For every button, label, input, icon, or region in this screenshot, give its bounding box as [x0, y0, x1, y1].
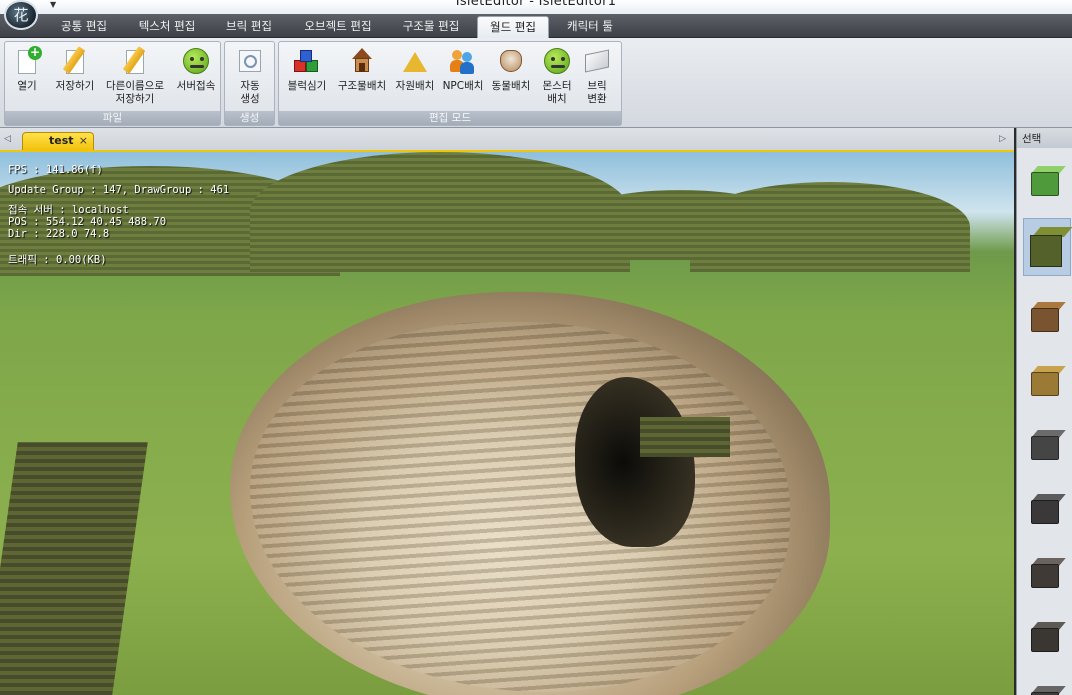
tab-character-tool[interactable]: 캐릭터 툴 [554, 16, 626, 38]
tab-structure-edit[interactable]: 구조물 편집 [390, 16, 472, 38]
terrain-hill [690, 182, 970, 272]
save-as-button[interactable]: 다른이름으로 저장하기 [105, 44, 165, 112]
server-text: 접속 서버 : localhost [8, 204, 129, 216]
block-palette-panel: 선택 [1016, 128, 1072, 695]
document-tab-label: test [49, 134, 74, 147]
close-tab-icon[interactable]: × [79, 134, 88, 147]
open-file-icon: + [12, 46, 42, 76]
ribbon-panel: + 열기 저장하기 다른이름으로 저장하기 서버접속 파일 자동 생성 생성 블… [0, 38, 1072, 128]
traffic-text: 트래픽 : 0.00(KB) [8, 254, 107, 266]
place-block-label: 블럭심기 [287, 80, 327, 92]
terrain-ledge [640, 417, 730, 457]
file-group: + 열기 저장하기 다른이름으로 저장하기 서버접속 파일 [4, 41, 221, 126]
palette-coal-block[interactable] [1031, 622, 1066, 652]
save-button[interactable]: 저장하기 [53, 44, 97, 112]
open-label: 열기 [17, 80, 37, 92]
tab-common-edit[interactable]: 공통 편집 [48, 16, 120, 38]
fps-text: FPS : 141.86(f) [8, 164, 103, 176]
animal-icon [496, 46, 526, 76]
auto-generate-button[interactable]: 자동 생성 [233, 44, 267, 112]
save-pencil-icon [60, 46, 90, 76]
title-bar: IsletEditor - IsletEditor1 [0, 0, 1072, 14]
palette-grass-block[interactable] [1031, 166, 1066, 196]
palette-rock-block[interactable] [1031, 686, 1066, 695]
place-block-button[interactable]: 블럭심기 [285, 44, 329, 112]
window-title: IsletEditor - IsletEditor1 [455, 0, 617, 9]
palette-gravel-block[interactable] [1031, 558, 1066, 588]
save-as-pencil-icon [120, 46, 150, 76]
document-tab-strip: ◁ test × ▷ [0, 128, 1014, 152]
scroll-right-icon[interactable]: ▷ [999, 134, 1006, 144]
palette-dark-stone-block[interactable] [1031, 494, 1066, 524]
world-3d-viewport[interactable]: FPS : 141.86(f) Update Group : 147, Draw… [0, 152, 1014, 695]
quick-access-dropdown-icon[interactable]: ▼ [50, 0, 56, 9]
npc-people-icon [448, 46, 478, 76]
tab-texture-edit[interactable]: 텍스처 편집 [124, 16, 210, 38]
file-group-label: 파일 [5, 111, 220, 125]
place-structure-label: 구조물배치 [337, 80, 387, 92]
auto-generate-icon [235, 46, 265, 76]
edit-mode-group: 블럭심기 구조물배치 자원배치 NPC배치 동물배치 몬스터 배치 브릭 변환 … [278, 41, 622, 126]
generate-group-label: 생성 [225, 111, 274, 125]
tab-brick-edit[interactable]: 브릭 편집 [214, 16, 284, 38]
terrain-ledge [0, 442, 148, 695]
document-tab-test[interactable]: test × [22, 132, 94, 150]
generate-group: 자동 생성 생성 [224, 41, 275, 126]
palette-stone-block[interactable] [1031, 430, 1066, 460]
edit-mode-group-label: 편집 모드 [279, 111, 621, 125]
block-cubes-icon [292, 46, 322, 76]
save-as-label: 다른이름으로 저장하기 [106, 80, 164, 105]
place-npc-button[interactable]: NPC배치 [441, 44, 485, 112]
position-text: POS : 554.12 40.45 488.70 [8, 216, 167, 228]
ribbon-tab-bar: 공통 편집 텍스처 편집 브릭 편집 오브젝트 편집 구조물 편집 월드 편집 … [0, 14, 1072, 38]
place-monster-button[interactable]: 몬스터 배치 [537, 44, 577, 112]
palette-moss-block[interactable] [1023, 218, 1072, 276]
open-button[interactable]: + 열기 [11, 44, 43, 112]
server-connect-button[interactable]: 서버접속 [175, 44, 217, 112]
structure-house-icon [347, 46, 377, 76]
save-label: 저장하기 [55, 80, 95, 92]
palette-sand-block[interactable] [1031, 366, 1066, 396]
brick-convert-label: 브릭 변환 [587, 80, 607, 105]
tab-world-edit[interactable]: 월드 편집 [477, 16, 549, 38]
debug-stats-overlay: FPS : 141.86(f) Update Group : 147, Draw… [8, 164, 229, 266]
server-face-icon [181, 46, 211, 76]
palette-dirt-block[interactable] [1031, 302, 1066, 332]
update-group-text: Update Group : 147, DrawGroup : 461 [8, 184, 230, 196]
direction-text: Dir : 228.0 74.8 [8, 228, 110, 240]
auto-generate-label: 자동 생성 [240, 80, 260, 105]
place-resource-button[interactable]: 자원배치 [393, 44, 437, 112]
scroll-left-icon[interactable]: ◁ [4, 134, 11, 144]
resource-pyramid-icon [400, 46, 430, 76]
brick-convert-button[interactable]: 브릭 변환 [579, 44, 615, 112]
app-logo-icon[interactable]: 花 [4, 0, 38, 30]
brick-convert-icon [582, 46, 612, 76]
editor-window: IsletEditor - IsletEditor1 花 ▼ 공통 편집 텍스처… [0, 0, 1072, 695]
place-animal-button[interactable]: 동물배치 [489, 44, 533, 112]
palette-header: 선택 [1017, 128, 1072, 148]
tab-object-edit[interactable]: 오브젝트 편집 [290, 16, 386, 38]
place-structure-button[interactable]: 구조물배치 [335, 44, 389, 112]
server-connect-label: 서버접속 [176, 80, 216, 92]
monster-face-icon [542, 46, 572, 76]
